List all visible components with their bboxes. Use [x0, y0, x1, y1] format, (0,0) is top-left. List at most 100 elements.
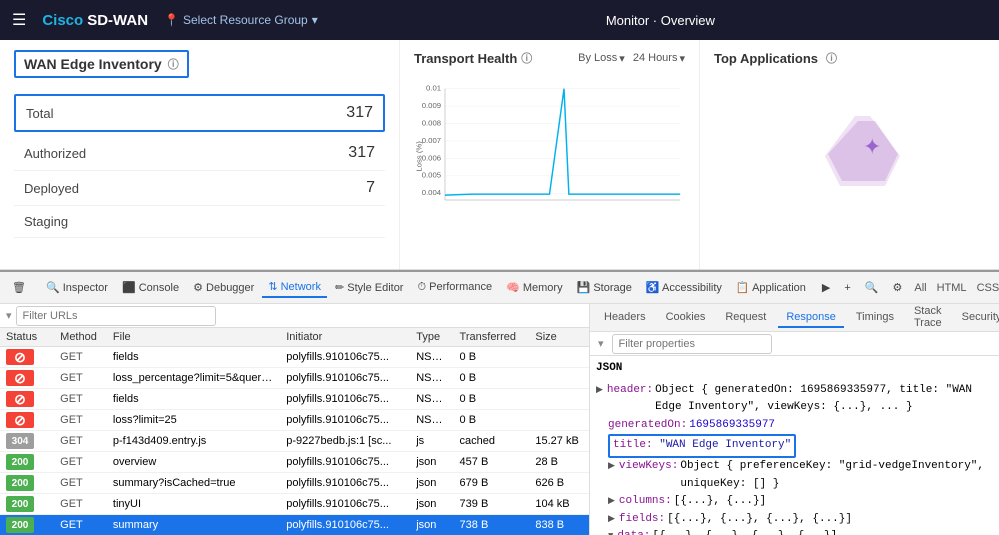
cell-type: NS_BINDING_ABOR...	[410, 389, 453, 410]
cell-size: 104 kB	[529, 494, 589, 515]
chevron-down-icon-loss: ▾	[619, 52, 625, 65]
json-fields-line[interactable]: ▶ fields: [{...}, {...}, {...}, {...}]	[596, 511, 993, 529]
json-columns-key: columns:	[619, 493, 672, 511]
cell-transferred: cached	[454, 431, 530, 452]
tab-debugger[interactable]: ⚙ Debugger	[187, 278, 260, 297]
total-value: 317	[346, 104, 373, 122]
cell-method: GET	[54, 431, 107, 452]
table-row[interactable]: ⊘ GET loss_percentage?limit=5&query={"qu…	[0, 368, 589, 389]
cell-method: GET	[54, 347, 107, 368]
info-icon[interactable]: ⓘ	[168, 56, 179, 72]
cell-type: NS_BINDING_ABOR...	[410, 347, 453, 368]
col-transferred[interactable]: Transferred	[454, 328, 530, 347]
cell-size: 15.27 kB	[529, 431, 589, 452]
total-label: Total	[26, 106, 53, 121]
col-size[interactable]: Size	[529, 328, 589, 347]
cell-initiator: polyfills.910106c75...	[280, 452, 410, 473]
col-initiator[interactable]: Initiator	[280, 328, 410, 347]
status-badge: ⊘	[6, 370, 34, 386]
tab-console[interactable]: ⬛ Console	[116, 278, 185, 297]
json-label: JSON	[596, 360, 993, 378]
json-columns-line[interactable]: ▶ columns: [{...}, {...}]	[596, 493, 993, 511]
table-row[interactable]: 200 GET summary polyfills.910106c75... j…	[0, 515, 589, 535]
tab-style-editor[interactable]: ✏ Style Editor	[329, 278, 410, 297]
transport-chart: 0.01 0.009 0.008 0.007 0.006 0.005 0.004…	[414, 74, 685, 234]
devtools-panel: 🗑 🔍 Inspector ⬛ Console ⚙ Debugger ⇅ Net…	[0, 270, 999, 535]
json-title-highlighted: title: "WAN Edge Inventory"	[608, 434, 796, 458]
transport-health-panel: Transport Health ⓘ By Loss ▾ 24 Hours ▾ …	[400, 40, 700, 269]
location-icon: 📍	[164, 13, 179, 27]
app-logo: Cisco SD-WAN	[42, 12, 148, 29]
tab-headers[interactable]: Headers	[596, 308, 654, 328]
tab-response[interactable]: Response	[778, 308, 844, 328]
tab-inspector[interactable]: 🔍 Inspector	[40, 278, 114, 297]
tab-security[interactable]: Security	[954, 308, 999, 328]
cell-transferred: 0 B	[454, 410, 530, 431]
cell-method: GET	[54, 368, 107, 389]
hours-button[interactable]: 24 Hours ▾	[633, 52, 685, 65]
cell-transferred: 0 B	[454, 347, 530, 368]
devtools-body: ▾ Status Method File Initiator Type Tran…	[0, 304, 999, 535]
json-data-key: data:	[617, 528, 650, 535]
table-row[interactable]: 200 GET summary?isCached=true polyfills.…	[0, 473, 589, 494]
tab-request[interactable]: Request	[717, 308, 774, 328]
add-button[interactable]: +	[838, 279, 856, 297]
svg-text:0.004: 0.004	[422, 188, 442, 197]
filter-properties-input[interactable]	[612, 334, 772, 354]
cell-initiator: polyfills.910106c75...	[280, 473, 410, 494]
top-apps-info-icon[interactable]: ⓘ	[826, 50, 837, 66]
cell-method: GET	[54, 389, 107, 410]
cell-transferred: 457 B	[454, 452, 530, 473]
authorized-label: Authorized	[24, 146, 86, 161]
table-row[interactable]: ⊘ GET loss?limit=25 polyfills.910106c75.…	[0, 410, 589, 431]
total-stat-row[interactable]: Total 317	[14, 94, 385, 132]
json-header-line[interactable]: ▶ header: Object { generatedOn: 16958693…	[596, 382, 993, 417]
tab-performance[interactable]: ⏱ Performance	[411, 278, 498, 297]
cell-type: NS_BINDING_ABOR...	[410, 368, 453, 389]
col-file[interactable]: File	[107, 328, 280, 347]
filter-urls-input[interactable]	[16, 306, 216, 326]
chevron-down-icon-hours: ▾	[679, 52, 685, 65]
css-filter[interactable]: CSS	[973, 282, 999, 294]
json-data-line[interactable]: ▼ data: [{...}, {...}, {...}, {...}]	[596, 528, 993, 535]
authorized-stat-row: Authorized 317	[14, 136, 385, 171]
tab-accessibility[interactable]: ♿ Accessibility	[640, 278, 728, 297]
status-badge: 200	[6, 517, 34, 533]
tab-stack-trace[interactable]: Stack Trace	[906, 304, 950, 334]
play-button[interactable]: ▶	[816, 278, 836, 297]
by-loss-button[interactable]: By Loss ▾	[578, 52, 625, 65]
deployed-value: 7	[366, 179, 375, 197]
table-row[interactable]: 304 GET p-f143d409.entry.js p-9227bedb.j…	[0, 431, 589, 452]
table-row[interactable]: ⊘ GET fields polyfills.910106c75... NS_B…	[0, 389, 589, 410]
hours-label: 24 Hours	[633, 52, 678, 64]
tab-cookies[interactable]: Cookies	[658, 308, 714, 328]
cell-initiator: polyfills.910106c75...	[280, 494, 410, 515]
table-row[interactable]: 200 GET overview polyfills.910106c75... …	[0, 452, 589, 473]
tab-network[interactable]: ⇅ Network	[262, 277, 327, 298]
table-row[interactable]: ⊘ GET fields polyfills.910106c75... NS_B…	[0, 347, 589, 368]
html-filter[interactable]: HTML	[933, 282, 971, 294]
resource-group-selector[interactable]: 📍 Select Resource Group ▾	[164, 13, 318, 27]
cell-type: NS_BINDING_ABOR...	[410, 410, 453, 431]
col-type[interactable]: Type	[410, 328, 453, 347]
json-fields-key: fields:	[619, 511, 665, 529]
hamburger-icon[interactable]: ☰	[12, 10, 26, 30]
table-row[interactable]: 200 GET tinyUI polyfills.910106c75... js…	[0, 494, 589, 515]
json-viewkeys-key: viewKeys:	[619, 458, 678, 476]
json-viewkeys-line[interactable]: ▶ viewKeys: Object { preferenceKey: "gri…	[596, 458, 993, 493]
search-button[interactable]: 🔍	[859, 278, 885, 297]
all-filter[interactable]: All	[910, 282, 930, 294]
settings-button[interactable]: ⚙	[887, 278, 909, 297]
delete-button[interactable]: 🗑	[6, 278, 32, 297]
nav-title-text: Monitor · Overview	[606, 13, 715, 28]
cell-size	[529, 410, 589, 431]
devtools-right-panel: Headers Cookies Request Response Timings…	[590, 304, 999, 535]
col-status[interactable]: Status	[0, 328, 54, 347]
tab-memory[interactable]: 🧠 Memory	[500, 278, 568, 297]
cell-initiator: polyfills.910106c75...	[280, 410, 410, 431]
tab-storage[interactable]: 💾 Storage	[571, 278, 638, 297]
transport-info-icon[interactable]: ⓘ	[521, 50, 532, 66]
tab-application[interactable]: 📋 Application	[730, 278, 812, 297]
tab-timings[interactable]: Timings	[848, 308, 902, 328]
col-method[interactable]: Method	[54, 328, 107, 347]
